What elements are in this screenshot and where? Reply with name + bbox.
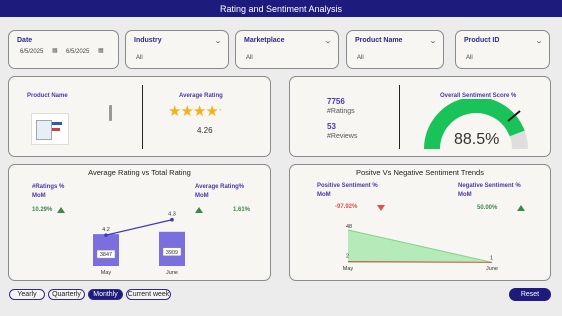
average-rating-heading: Average Rating bbox=[179, 93, 223, 99]
product-id-dropdown[interactable]: Product ID ⌄ All bbox=[455, 30, 550, 69]
data-label: 48 bbox=[346, 224, 352, 230]
line-value-label: 4.3 bbox=[168, 212, 176, 218]
average-rating-value: 4.26 bbox=[197, 126, 213, 135]
period-quarterly-button[interactable]: Quarterly bbox=[48, 289, 85, 300]
line-point bbox=[104, 233, 108, 237]
x-tick-label: May bbox=[343, 266, 354, 272]
data-label: 3847 bbox=[100, 252, 112, 258]
marketplace-label: Marketplace bbox=[244, 37, 285, 44]
date-filter[interactable]: Date 6/5/2025 ▦ 6/5/2025 ▦ bbox=[8, 30, 119, 69]
page-title: Rating and Sentiment Analysis bbox=[0, 0, 562, 17]
card-divider bbox=[399, 85, 400, 149]
calendar-icon[interactable]: ▦ bbox=[98, 47, 104, 54]
date-to-value[interactable]: 6/5/2025 bbox=[66, 49, 89, 55]
product-name-heading: Product Name bbox=[27, 93, 68, 99]
data-label: 3909 bbox=[166, 250, 178, 256]
product-name-value: All bbox=[357, 55, 364, 61]
date-filter-label: Date bbox=[17, 37, 33, 44]
product-name-dropdown[interactable]: Product Name ⌄ All bbox=[346, 30, 444, 69]
line-point bbox=[170, 217, 174, 222]
product-image bbox=[31, 113, 69, 145]
period-current-week-button[interactable]: Current week bbox=[126, 289, 171, 300]
scrollbar[interactable] bbox=[109, 105, 112, 121]
chevron-down-icon[interactable]: ⌄ bbox=[535, 37, 543, 45]
period-yearly-button[interactable]: Yearly bbox=[9, 289, 45, 300]
sentiment-trend-chart-card: Positve Vs Negative Sentiment Trends Pos… bbox=[289, 164, 551, 281]
x-tick-label: June bbox=[166, 270, 178, 276]
industry-value: All bbox=[136, 55, 143, 61]
negative-line bbox=[347, 261, 493, 263]
sentiment-score-value: 88.5% bbox=[454, 131, 500, 148]
star-rating: ★★★★★ bbox=[168, 102, 221, 120]
industry-dropdown[interactable]: Industry ⌄ All bbox=[125, 30, 229, 69]
chevron-down-icon[interactable]: ⌄ bbox=[429, 37, 437, 45]
reset-button[interactable]: Reset bbox=[509, 288, 551, 301]
sentiment-score-card: 7756 #Ratings 53 #Reviews Overall Sentim… bbox=[289, 76, 551, 157]
star-icon: ★ bbox=[192, 103, 206, 120]
star-icon: ★ bbox=[218, 102, 221, 120]
product-name-label: Product Name bbox=[355, 37, 403, 44]
product-rating-card: Product Name Average Rating ★★★★★ 4.26 bbox=[8, 76, 271, 157]
ratings-label: #Ratings bbox=[327, 108, 355, 115]
ratings-count: 7756 bbox=[327, 97, 345, 106]
reviews-label: #Reviews bbox=[327, 133, 358, 140]
x-tick-label: May bbox=[101, 270, 112, 276]
calendar-icon[interactable]: ▦ bbox=[52, 47, 58, 54]
product-id-label: Product ID bbox=[464, 37, 500, 44]
star-icon: ★ bbox=[180, 103, 193, 120]
x-tick-label: June bbox=[486, 266, 498, 272]
card-divider bbox=[142, 85, 143, 149]
date-from-value[interactable]: 6/5/2025 bbox=[20, 49, 43, 55]
chevron-down-icon[interactable]: ⌄ bbox=[214, 37, 222, 45]
period-monthly-button[interactable]: Monthly bbox=[88, 289, 123, 300]
chevron-down-icon[interactable]: ⌄ bbox=[324, 37, 332, 45]
line-value-label: 4.2 bbox=[102, 227, 110, 233]
marketplace-dropdown[interactable]: Marketplace ⌄ All bbox=[235, 30, 339, 69]
star-icon: ★ bbox=[205, 103, 218, 120]
avg-vs-total-chart: 3847 May 3909 June 4.2 4.3 bbox=[93, 212, 185, 276]
reviews-count: 53 bbox=[327, 122, 336, 131]
industry-label: Industry bbox=[134, 37, 162, 44]
data-label: 2 bbox=[346, 254, 349, 260]
sentiment-trend-chart: 48 2 1 May June bbox=[343, 224, 498, 272]
marketplace-value: All bbox=[246, 55, 253, 61]
product-id-value: All bbox=[466, 55, 473, 61]
avg-vs-total-chart-card: Average Rating vs Total Rating #Ratings … bbox=[8, 164, 271, 281]
data-label: 1 bbox=[490, 255, 493, 261]
star-icon: ★ bbox=[168, 103, 181, 120]
